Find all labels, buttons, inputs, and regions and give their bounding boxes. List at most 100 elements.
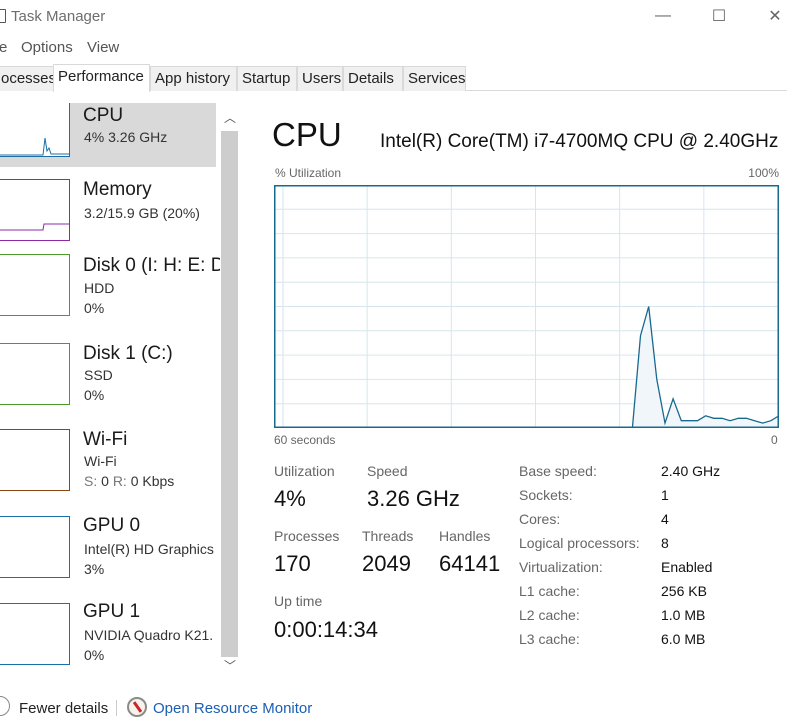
cpu-utilization-graph bbox=[274, 185, 779, 428]
menu-bar: e Options View bbox=[0, 36, 787, 60]
send-value: 0 bbox=[101, 473, 109, 489]
tab-services[interactable]: Services bbox=[403, 66, 466, 91]
graph-x-left-label: 60 seconds bbox=[274, 433, 336, 447]
sidebar-item-adapter: Wi-Fi bbox=[84, 453, 117, 469]
sidebar-item-throughput: S: 0 R: 0 Kbps bbox=[84, 473, 174, 489]
sidebar-item-gpu-1[interactable]: GPU 1 NVIDIA Quadro K21. 0% bbox=[0, 601, 216, 681]
menu-file[interactable]: e bbox=[0, 39, 7, 56]
sidebar-item-usage: 0% bbox=[84, 387, 105, 403]
disk-1-thumbnail-graph bbox=[0, 343, 70, 405]
graph-y-label: % Utilization bbox=[275, 166, 342, 180]
menu-options[interactable]: Options bbox=[21, 39, 73, 56]
info-value: 2.40 GHz bbox=[661, 463, 721, 479]
sidebar-item-name: GPU 0 bbox=[83, 515, 141, 536]
menu-view[interactable]: View bbox=[87, 39, 119, 56]
cpu-thumbnail-graph bbox=[0, 103, 70, 157]
tab-details[interactable]: Details bbox=[343, 66, 403, 91]
sidebar-item-name: Disk 1 (C:) bbox=[83, 343, 173, 364]
cpu-model-name: Intel(R) Core(TM) i7-4700MQ CPU @ 2.40GH… bbox=[380, 131, 779, 152]
scroll-down-icon[interactable]: ﹀ bbox=[220, 657, 240, 677]
info-value: 4 bbox=[661, 511, 669, 527]
info-label: Base speed: bbox=[519, 463, 597, 479]
scrollbar-thumb[interactable] bbox=[221, 131, 238, 657]
resource-monitor-icon[interactable] bbox=[127, 697, 147, 717]
fewer-details-button[interactable]: Fewer details bbox=[19, 700, 108, 717]
maximize-button[interactable]: ☐ bbox=[696, 0, 742, 32]
tab-bar: ocesses Performance App history Startup … bbox=[0, 64, 787, 92]
sidebar-item-memory[interactable]: Memory 3.2/15.9 GB (20%) bbox=[0, 175, 216, 255]
sidebar-item-gpu-0[interactable]: GPU 0 Intel(R) HD Graphics 3% bbox=[0, 515, 216, 603]
processes-value: 170 bbox=[274, 551, 311, 576]
task-manager-app-icon bbox=[0, 9, 6, 23]
close-button[interactable]: ✕ bbox=[752, 0, 787, 32]
info-value: 8 bbox=[661, 535, 669, 551]
disk-0-thumbnail-graph bbox=[0, 254, 70, 316]
title-bar: Task Manager — ☐ ✕ bbox=[0, 0, 787, 34]
page-title: CPU bbox=[272, 116, 342, 153]
info-label: Logical processors: bbox=[519, 535, 640, 551]
info-label: Cores: bbox=[519, 511, 561, 527]
sidebar-item-type: SSD bbox=[84, 367, 113, 383]
cpu-utilization-area bbox=[274, 306, 779, 428]
info-value: 256 KB bbox=[661, 583, 707, 599]
graph-y-max-label: 100% bbox=[748, 166, 779, 180]
chevron-up-circle-icon[interactable] bbox=[0, 696, 10, 716]
tab-app-history[interactable]: App history bbox=[150, 66, 237, 91]
wifi-thumbnail-graph bbox=[0, 429, 70, 491]
footer-divider bbox=[116, 700, 117, 716]
sidebar-item-name: Memory bbox=[83, 179, 152, 200]
cpu-thumbnail-line bbox=[0, 137, 69, 156]
info-value: Enabled bbox=[661, 559, 713, 575]
handles-label: Handles bbox=[439, 528, 491, 544]
speed-value: 3.26 GHz bbox=[367, 486, 460, 511]
minimize-button[interactable]: — bbox=[640, 0, 686, 32]
sidebar-item-disk-0[interactable]: Disk 0 (I: H: E: D: HDD 0% bbox=[0, 253, 220, 341]
tab-startup[interactable]: Startup bbox=[237, 66, 297, 91]
sidebar-item-name: Wi-Fi bbox=[83, 429, 128, 450]
receive-label: R: bbox=[112, 473, 127, 489]
threads-label: Threads bbox=[362, 528, 414, 544]
window-title: Task Manager bbox=[11, 8, 106, 25]
gpu-1-thumbnail-graph bbox=[0, 603, 70, 665]
speed-label: Speed bbox=[367, 463, 408, 479]
sidebar-item-detail: 4% 3.26 GHz bbox=[84, 129, 168, 145]
info-value: 6.0 MB bbox=[661, 631, 706, 647]
info-label: L3 cache: bbox=[519, 631, 580, 647]
info-label: L2 cache: bbox=[519, 607, 580, 623]
utilization-label: Utilization bbox=[274, 463, 335, 479]
sidebar-item-name: GPU 1 bbox=[83, 601, 141, 622]
sidebar-item-usage: 0% bbox=[84, 647, 105, 663]
utilization-value: 4% bbox=[274, 486, 306, 511]
uptime-value: 0:00:14:34 bbox=[274, 617, 378, 642]
open-resource-monitor-link[interactable]: Open Resource Monitor bbox=[153, 700, 312, 717]
processes-label: Processes bbox=[274, 528, 340, 544]
threads-value: 2049 bbox=[362, 551, 411, 576]
sidebar-item-cpu[interactable]: CPU 4% 3.26 GHz bbox=[0, 103, 216, 167]
memory-thumbnail-line bbox=[0, 223, 69, 231]
tab-processes[interactable]: ocesses bbox=[0, 66, 56, 91]
memory-thumbnail-graph bbox=[0, 179, 70, 241]
sidebar-item-wifi[interactable]: Wi-Fi Wi-Fi S: 0 R: 0 Kbps bbox=[0, 427, 216, 515]
scroll-up-icon[interactable]: ︿ bbox=[220, 109, 240, 129]
handles-value: 64141 bbox=[439, 551, 501, 576]
sidebar-item-name: Disk 0 (I: H: E: D: bbox=[83, 255, 220, 276]
sidebar-item-disk-1[interactable]: Disk 1 (C:) SSD 0% bbox=[0, 341, 216, 429]
info-label: L1 cache: bbox=[519, 583, 580, 599]
sidebar-item-type: HDD bbox=[84, 280, 115, 296]
info-label: Virtualization: bbox=[519, 559, 603, 575]
info-label: Sockets: bbox=[519, 487, 573, 503]
info-value: 1.0 MB bbox=[661, 607, 706, 623]
tab-performance[interactable]: Performance bbox=[53, 64, 150, 92]
sidebar-item-device: Intel(R) HD Graphics bbox=[84, 541, 214, 557]
uptime-label: Up time bbox=[274, 593, 323, 609]
graph-x-right-label: 0 bbox=[771, 433, 778, 447]
footer-bar: Fewer details Open Resource Monitor bbox=[0, 693, 787, 723]
cpu-utilization-line bbox=[274, 306, 779, 428]
sidebar-scrollbar[interactable]: ︿ ﹀ bbox=[220, 107, 240, 677]
sidebar-item-usage: 3% bbox=[84, 561, 105, 577]
sidebar-item-usage: 0% bbox=[84, 300, 105, 316]
tab-users[interactable]: Users bbox=[297, 66, 343, 91]
sidebar-item-name: CPU bbox=[83, 105, 124, 126]
receive-value: 0 Kbps bbox=[130, 473, 175, 489]
resource-sidebar: CPU 4% 3.26 GHz Memory 3.2/15.9 GB (20%)… bbox=[0, 103, 220, 681]
